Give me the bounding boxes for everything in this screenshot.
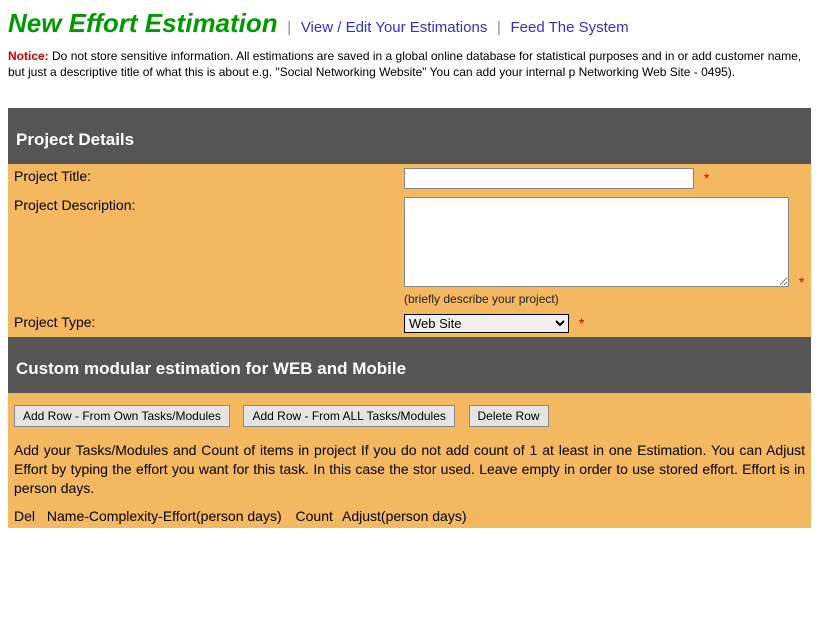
section-project-details: Project Details <box>8 108 811 164</box>
add-row-own-button[interactable]: Add Row - From Own Tasks/Modules <box>14 405 230 427</box>
project-type-label: Project Type: <box>8 310 398 337</box>
view-edit-link[interactable]: View / Edit Your Estimations <box>301 19 488 36</box>
col-count: Count <box>296 508 333 524</box>
column-headers: Del Name-Complexity-Effort(person days) … <box>8 508 811 528</box>
module-description: Add your Tasks/Modules and Count of item… <box>8 437 811 508</box>
page-title: New Effort Estimation <box>8 8 278 38</box>
notice-label: Notice: <box>8 49 49 63</box>
separator: | <box>287 19 291 36</box>
project-description-label: Project Description: <box>8 193 398 310</box>
notice-text: Do not store sensitive information. All … <box>8 49 801 79</box>
project-title-label: Project Title: <box>8 164 398 193</box>
required-mark: * <box>704 170 709 186</box>
col-del: Del <box>14 508 35 524</box>
feed-system-link[interactable]: Feed The System <box>510 19 628 36</box>
section-custom-modular: Custom modular estimation for WEB and Mo… <box>8 337 811 393</box>
col-name: Name-Complexity-Effort(person days) <box>47 508 282 524</box>
module-button-row: Add Row - From Own Tasks/Modules Add Row… <box>8 393 811 437</box>
project-details-form: Project Title: * Project Description: * … <box>8 164 811 337</box>
project-title-input[interactable] <box>404 168 694 189</box>
notice: Notice: Do not store sensitive informati… <box>8 49 811 80</box>
separator: | <box>497 19 501 36</box>
header: New Effort Estimation | View / Edit Your… <box>8 8 811 39</box>
project-description-input[interactable] <box>404 197 789 287</box>
project-description-hint: (briefly describe your project) <box>404 292 805 306</box>
project-type-select[interactable]: Web Site <box>404 314 569 333</box>
add-row-all-button[interactable]: Add Row - From ALL Tasks/Modules <box>243 405 454 427</box>
required-mark: * <box>799 274 804 290</box>
col-adjust: Adjust(person days) <box>342 508 467 524</box>
required-mark: * <box>579 315 584 331</box>
delete-row-button[interactable]: Delete Row <box>469 405 549 427</box>
